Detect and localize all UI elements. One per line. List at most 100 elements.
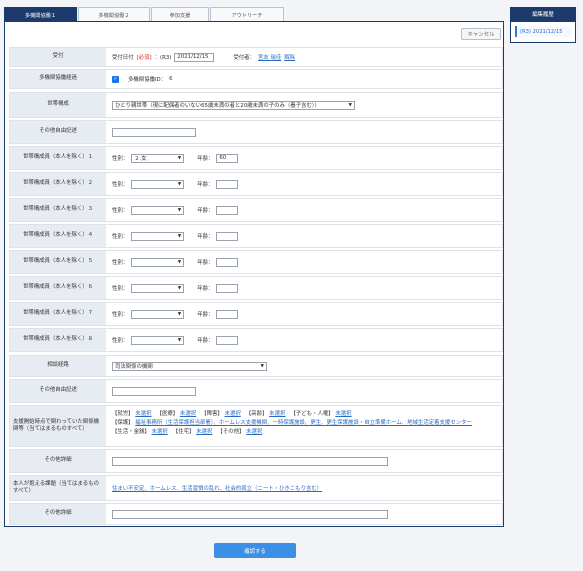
gender-label: 性別： (112, 312, 129, 318)
agency-category: 【生活・金銭】 (112, 429, 150, 436)
agency-link[interactable]: 未選択 (335, 411, 351, 417)
gender-select[interactable]: ▼ (131, 283, 185, 293)
gender-select[interactable]: ▼ (131, 309, 185, 319)
tab-multi-agency-1[interactable]: 多機関協働１ (4, 7, 77, 22)
gender-select[interactable]: ▼ (131, 257, 185, 267)
gender-select[interactable]: ▼ (131, 179, 185, 189)
tab-multi-agency-2[interactable]: 多機関協働２ (78, 7, 150, 22)
agency-link[interactable]: 未選択 (151, 429, 167, 435)
chevron-down-icon: ▼ (348, 102, 352, 108)
route-row: 相談経路 司法関係の機関 ▼ (9, 355, 503, 377)
agency-link[interactable]: 福祉事務所（生活保護担当部署）、ホームレス支援機関、一時保護施設、更生、更生保護… (135, 420, 472, 426)
chevron-down-icon: ▼ (260, 363, 264, 369)
other-detail1-row: その他詳細 (9, 449, 503, 473)
gender-select[interactable]: ▼ (131, 231, 185, 241)
age-label: 年齢： (197, 286, 214, 292)
agency-category: 【その他】 (217, 429, 245, 436)
other-detail2-row: その他詳細 (9, 503, 503, 525)
member-label: 世帯構成員（本人を除く）８ (10, 329, 106, 351)
member-row: 世帯構成員（本人を除く）３ 性別： ▼ 年齢： (9, 198, 503, 222)
gender-label: 性別： (112, 156, 129, 162)
gender-label: 性別： (112, 208, 129, 214)
chevron-down-icon: ▼ (177, 311, 182, 317)
meeting-id-value: 6 (169, 76, 173, 82)
agencies-line-1: 【就労】 未選択 【医療】 未選択 【障害】 未選択 【高齢】 未選択 【子ども… (112, 410, 496, 419)
age-input[interactable] (216, 179, 239, 189)
route-select-value: 司法関係の機関 (115, 364, 153, 370)
cancel-button[interactable]: キャンセル (461, 28, 501, 40)
reception-row: 受付 受付日付 [必須] ：(R3) 2021/12/15 受付者： 宮友 瑞佳… (9, 47, 503, 67)
clear-link[interactable]: 解除 (284, 53, 295, 61)
chevron-down-icon: ▼ (177, 155, 182, 161)
other-detail1-input[interactable] (112, 456, 388, 466)
age-input[interactable] (216, 335, 239, 345)
date-label: 受付日付 (112, 55, 134, 61)
agency-link[interactable]: 未選択 (196, 429, 212, 435)
member-row: 世帯構成員（本人を除く）５ 性別： ▼ 年齢： (9, 250, 503, 274)
era-label: ：(R3) (154, 55, 172, 61)
household-select[interactable]: ひとり親世帯（現に配偶者のいない65歳未満の者と20歳未満の子のみ（養子含む））… (112, 100, 355, 110)
age-label: 年齢： (197, 312, 214, 318)
person-link[interactable]: 宮友 瑞佳 (258, 53, 281, 61)
other-detail2-input[interactable] (112, 509, 388, 519)
other-free2-input[interactable] (112, 386, 196, 396)
tab-participation-support[interactable]: 参加支援 (151, 7, 209, 22)
agency-category: 【障害】 (201, 411, 223, 417)
chevron-down-icon: ▼ (177, 181, 182, 187)
agency-link[interactable]: 未選択 (225, 411, 241, 417)
other-free-row: その他自由記述 (9, 120, 503, 144)
member-row: 世帯構成員（本人を除く）７ 性別： ▼ 年齢： (9, 302, 503, 326)
member-row: 世帯構成員（本人を除く）６ 性別： ▼ 年齢： (9, 276, 503, 300)
confirm-button[interactable]: 確認する (214, 543, 296, 558)
issues-link[interactable]: 住まい不安定、ホームレス、生活習慣の乱れ、社会的孤立（ニート・ひきこもり含む） (112, 484, 322, 492)
other-detail2-label: その他詳細 (10, 504, 106, 524)
member-label: 世帯構成員（本人を除く）２ (10, 173, 106, 195)
member-row: 世帯構成員（本人を除く）１ 性別： ２.女 ▼ 年齢： 60 (9, 146, 503, 170)
age-input[interactable] (216, 231, 239, 241)
meeting-checkbox[interactable]: ✓ (112, 75, 119, 83)
age-label: 年齢： (197, 338, 214, 344)
agency-category: 【子ども・人権】 (290, 411, 334, 417)
household-select-value: ひとり親世帯（現に配偶者のいない65歳未満の者と20歳未満の子のみ（養子含む）） (115, 103, 320, 109)
age-input[interactable] (216, 257, 239, 267)
tab-bar: 多機関協働１ 多機関協働２ 参加支援 アウトリーチ (4, 7, 285, 22)
member-label: 世帯構成員（本人を除く）３ (10, 199, 106, 221)
household-label: 世帯構成 (10, 93, 106, 117)
reception-date-input[interactable]: 2021/12/15 (174, 52, 215, 62)
age-label: 年齢： (197, 208, 214, 214)
agency-category: 【住宅】 (172, 429, 195, 436)
age-label: 年齢： (197, 260, 214, 266)
agency-link[interactable]: 未選択 (246, 429, 262, 435)
agency-link[interactable]: 未選択 (135, 411, 151, 417)
gender-label: 性別： (112, 260, 129, 266)
agency-category: 【保護】 (112, 420, 134, 427)
other-free2-row: その他自由記述 (9, 379, 503, 403)
age-input[interactable]: 60 (216, 153, 239, 163)
age-input[interactable] (216, 283, 239, 293)
gender-label: 性別： (112, 182, 129, 188)
edit-history-entry[interactable]: (R3) 2021/12/15 (515, 26, 572, 37)
age-input[interactable] (216, 309, 239, 319)
meeting-label: 多機関協働経過 (10, 70, 106, 88)
meeting-row: 多機関協働経過 ✓ 多機関協働ID： 6 (9, 69, 503, 89)
other-free-input[interactable] (112, 127, 196, 137)
other-free-label: その他自由記述 (10, 121, 106, 143)
other-free2-label: その他自由記述 (10, 380, 106, 402)
tab-outreach[interactable]: アウトリーチ (210, 7, 284, 22)
age-input[interactable] (216, 205, 239, 215)
edit-history-header: 編集履歴 (510, 7, 576, 21)
agency-category: 【就労】 (112, 411, 134, 417)
person-label: 受付者： (233, 55, 255, 61)
agencies-row: 支援開始時点で関わっていた関係機関等（当てはまるものすべて） 【就労】 未選択 … (9, 405, 503, 447)
route-select[interactable]: 司法関係の機関 ▼ (112, 361, 267, 371)
gender-select[interactable]: ２.女 ▼ (131, 153, 185, 163)
agency-link[interactable]: 未選択 (269, 411, 285, 417)
agencies-line-2: 【保護】 福祉事務所（生活保護担当部署）、ホームレス支援機関、一時保護施設、更生… (112, 419, 496, 428)
route-label: 相談経路 (10, 356, 106, 376)
issues-label: 本人が抱える課題（当てはまるものすべて） (10, 476, 106, 500)
agency-link[interactable]: 未選択 (180, 411, 196, 417)
gender-select[interactable]: ▼ (131, 205, 185, 215)
member-row: 世帯構成員（本人を除く）８ 性別： ▼ 年齢： (9, 328, 503, 352)
gender-select[interactable]: ▼ (131, 335, 185, 345)
agencies-line-3: 【生活・金銭】 未選択 【住宅】 未選択 【その他】 未選択 (112, 428, 496, 437)
